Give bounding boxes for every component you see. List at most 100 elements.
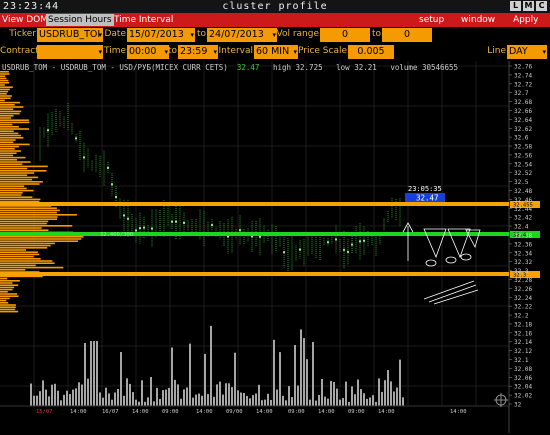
profile-bar — [0, 242, 55, 245]
price-tick-label: 32.22 — [514, 304, 532, 311]
time-to-field[interactable]: 23:59 ▾ — [178, 45, 218, 59]
volume-bar — [120, 352, 122, 406]
volume-bar — [279, 352, 281, 406]
candle-tick — [47, 129, 49, 132]
line-select[interactable]: DAY ▾ — [507, 45, 547, 59]
volume-bar — [39, 391, 41, 406]
volume-bar — [96, 341, 98, 406]
price-tick-label: 32.52 — [514, 170, 532, 177]
chart-info-line: USDRUB_TOM - USDRUB_TOM - USD/РУБ(MICEX … — [2, 63, 458, 72]
ticker-select[interactable]: USDRUB_TOI ▾ — [37, 28, 103, 42]
profile-bar — [0, 304, 16, 306]
volume-bar — [291, 397, 293, 406]
time-tick-label: 14:00 — [378, 409, 395, 415]
last-price-text: 32.47 — [236, 63, 260, 72]
profile-bar — [0, 110, 22, 113]
candle-tick — [259, 235, 261, 238]
profile-bar — [0, 302, 9, 304]
volume-bar — [396, 387, 398, 406]
volume-bar — [144, 401, 146, 406]
volume-bar — [63, 394, 65, 406]
tab-session-hours[interactable]: Session Hours — [46, 14, 114, 26]
volume-bar — [243, 393, 245, 406]
poc-level-line — [0, 232, 509, 236]
profile-bar — [0, 154, 14, 157]
profile-bar — [0, 220, 49, 223]
price-scale-field[interactable]: 0.005 — [348, 45, 394, 59]
volume-bar — [60, 400, 62, 406]
line-value: DAY — [509, 46, 528, 57]
volume-bar — [360, 389, 362, 406]
candle-tick — [175, 220, 177, 223]
window-button-m[interactable]: M — [523, 1, 534, 11]
time-from-field[interactable]: 00:00 ▾ — [127, 45, 169, 59]
volume-bar — [318, 395, 320, 406]
time-tick-label: 14:00 — [132, 409, 149, 415]
volume-bar — [327, 398, 329, 406]
volume-text: volume 30546655 — [390, 63, 459, 72]
setup-button[interactable]: setup — [417, 14, 446, 26]
cluster-chart[interactable]: 32.400/300 23:05:35 32.47 32.455 32.4 32… — [0, 61, 550, 433]
price-tick-label: 32.48 — [514, 188, 532, 195]
interval-label: Interval — [218, 46, 253, 56]
candle-tick — [343, 248, 345, 251]
profile-bar — [0, 152, 17, 154]
time-tick-label: 09:00 — [288, 409, 305, 415]
profile-bar — [0, 161, 31, 163]
current-price-label: 32.47 — [416, 194, 439, 203]
profile-bar — [0, 291, 8, 293]
volume-bar — [207, 394, 209, 406]
profile-bar — [0, 238, 82, 240]
volume-bar — [87, 378, 89, 406]
profile-bar — [0, 165, 48, 168]
volume-bar — [252, 395, 254, 406]
date-from-field[interactable]: 15/07/2013 ▾ — [127, 28, 195, 42]
volume-bar — [150, 377, 152, 406]
candle-tick — [183, 221, 185, 224]
date-to-value: 24/07/2013 — [209, 29, 264, 40]
volume-bar — [348, 401, 350, 406]
profile-bar — [0, 86, 13, 88]
volume-bar — [69, 394, 71, 406]
volume-bar — [99, 392, 101, 406]
window-button[interactable]: window — [459, 14, 497, 26]
volume-bar — [66, 390, 68, 406]
window-button-l[interactable]: L — [510, 1, 521, 11]
upper-level-line — [0, 202, 509, 206]
candle-tick — [327, 241, 329, 244]
tab-time-interval[interactable]: Time Interval — [112, 14, 175, 26]
price-tick-label: 32.44 — [514, 206, 532, 213]
interval-select[interactable]: 60 MIN ▾ — [254, 45, 298, 59]
profile-bar — [0, 297, 10, 300]
window-button-c[interactable]: C — [536, 1, 547, 11]
profile-bar — [0, 306, 16, 308]
volume-bar — [42, 380, 44, 406]
contract-select[interactable]: ▾ — [37, 45, 103, 59]
volume-bar — [165, 389, 167, 406]
date-to-field[interactable]: 24/07/2013 ▾ — [207, 28, 277, 42]
vol-to-field[interactable]: 0 — [382, 28, 432, 42]
chart-area[interactable]: 32.400/300 23:05:35 32.47 32.455 32.4 32… — [0, 61, 550, 433]
contract-label: Contract — [0, 46, 39, 56]
volume-bar — [153, 401, 155, 406]
profile-bar — [0, 227, 42, 229]
volume-bar — [36, 395, 38, 406]
profile-bar — [0, 253, 40, 256]
time-label: Time — [104, 46, 127, 56]
candle-tick — [127, 217, 129, 220]
profile-bar — [0, 280, 20, 282]
apply-button[interactable]: Apply — [511, 14, 540, 26]
vol-from-field[interactable]: 0 — [320, 28, 370, 42]
profile-bar — [0, 183, 40, 185]
volume-bar — [198, 393, 200, 406]
profile-bar — [0, 88, 10, 91]
price-tick-label: 32.32 — [514, 259, 532, 266]
volume-bar — [375, 401, 377, 406]
lower-level-line — [0, 272, 509, 276]
tab-view-dom[interactable]: View DOM — [0, 14, 50, 26]
profile-bar — [0, 90, 9, 93]
volume-bar — [186, 387, 188, 406]
volume-bar — [306, 359, 308, 406]
volume-bar — [390, 381, 392, 406]
volume-bar — [156, 387, 158, 406]
